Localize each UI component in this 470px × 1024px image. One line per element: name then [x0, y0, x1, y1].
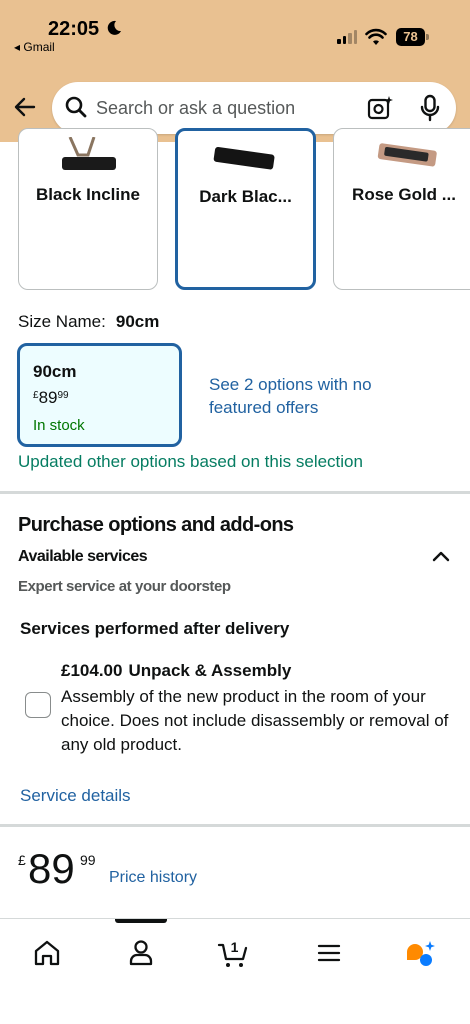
assembly-service-checkbox[interactable]	[25, 692, 51, 718]
wifi-icon	[365, 28, 387, 45]
service-title: £104.00 Unpack & Assembly	[61, 661, 291, 681]
price-currency: £	[18, 852, 26, 868]
app-header: 22:05 ◂ Gmail 78	[0, 0, 470, 142]
menu-icon[interactable]	[311, 935, 347, 971]
cellular-signal-icon	[337, 30, 357, 44]
back-to-gmail-link[interactable]: ◂ Gmail	[14, 40, 55, 54]
account-icon[interactable]	[123, 935, 159, 971]
rufus-assistant-icon[interactable]	[403, 935, 439, 971]
camera-search-icon[interactable]	[366, 94, 394, 122]
home-icon[interactable]	[29, 935, 65, 971]
back-arrow-icon[interactable]	[12, 94, 38, 120]
size-option-price: £8999	[33, 388, 69, 407]
stock-status: In stock	[33, 417, 85, 434]
service-name: Unpack & Assembly	[128, 661, 292, 680]
style-option-dark-black[interactable]: Dark Blac...	[175, 128, 316, 290]
battery-level: 78	[396, 28, 425, 46]
search-icon	[65, 96, 87, 118]
moon-icon	[107, 20, 121, 35]
style-label: Dark Blac...	[199, 187, 292, 206]
style-option-black-incline[interactable]: Black Incline	[18, 128, 158, 290]
style-label: Rose Gold ...	[352, 185, 456, 204]
cart-icon[interactable]: 1	[216, 935, 252, 971]
status-time: 22:05	[48, 18, 100, 40]
size-option-90cm[interactable]: 90cm £8999 In stock	[17, 343, 182, 447]
size-name-value: 90cm	[115, 312, 160, 331]
price-history-link[interactable]: Price history	[109, 869, 197, 887]
microphone-icon[interactable]	[418, 94, 442, 122]
battery-icon: 78	[396, 28, 430, 46]
style-option-rose-gold[interactable]: Rose Gold ...	[333, 128, 470, 290]
service-description: Assembly of the new product in the room …	[61, 687, 449, 754]
service-details-link[interactable]: Service details	[20, 786, 131, 806]
section-divider	[0, 824, 470, 827]
treadmill-thumbnail	[62, 137, 116, 170]
search-input[interactable]	[96, 82, 356, 134]
search-bar[interactable]	[52, 82, 456, 134]
available-services-heading[interactable]: Available services	[18, 548, 148, 566]
treadmill-thumbnail	[213, 147, 274, 170]
size-name-label: Size Name:	[18, 312, 106, 331]
bottom-navigation: 1	[0, 918, 470, 1024]
chevron-up-icon[interactable]	[430, 545, 452, 567]
cart-count: 1	[231, 939, 239, 955]
active-tab-indicator	[115, 919, 167, 923]
updated-options-message: Updated other options based on this sele…	[18, 452, 363, 471]
size-option-name: 90cm	[33, 362, 77, 381]
purchase-options-title: Purchase options and add-ons	[18, 514, 294, 536]
size-name-row: Size Name: 90cm	[18, 312, 159, 332]
see-other-options-link[interactable]: See 2 options with no featured offers	[209, 373, 409, 419]
price-whole: 89	[28, 845, 75, 892]
service-price: £104.00	[61, 661, 123, 680]
section-divider	[0, 491, 470, 494]
expert-service-subtitle: Expert service at your doorstep	[18, 578, 231, 595]
services-after-delivery-heading: Services performed after delivery	[20, 619, 290, 638]
price-fraction: 99	[80, 852, 96, 868]
treadmill-thumbnail	[377, 143, 437, 167]
style-label: Black Incline	[36, 185, 140, 204]
